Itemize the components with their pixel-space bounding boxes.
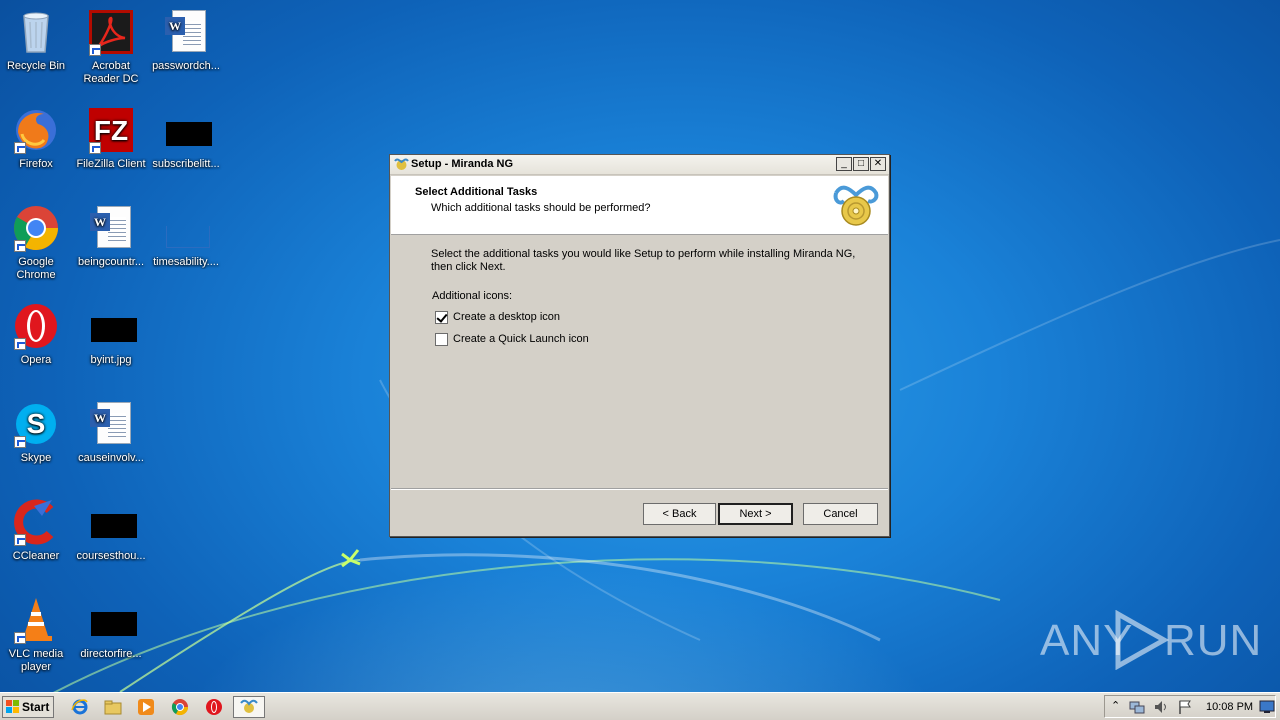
taskbar-setup-button[interactable] [233,696,265,718]
shortcut-arrow-icon [14,142,26,154]
setup-dialog: Setup - Miranda NG _ □ ✕ Select Addition… [389,154,890,537]
start-label: Start [22,700,50,714]
minimize-button[interactable]: _ [836,157,852,171]
desktop-icon-label: Acrobat Reader DC [83,60,139,85]
close-button[interactable]: ✕ [870,157,886,171]
taskbar-clock[interactable]: 10:08 PM [1206,701,1253,713]
windows-logo-icon [6,700,19,713]
wizard-header: Select Additional Tasks Which additional… [391,176,888,235]
desktop-icon-label: Firefox [19,158,53,170]
back-button[interactable]: < Back [643,503,716,525]
word-document-icon: W [165,10,206,52]
image-thumbnail-icon [91,514,137,538]
file-explorer-icon[interactable] [104,698,122,716]
internet-explorer-icon[interactable] [71,698,89,716]
desktop-icon-firefox[interactable]: Firefox [0,106,74,171]
desktop-icon-label: subscribelitt... [152,158,220,170]
desktop-icon-label: causeinvolv... [78,452,144,464]
miranda-app-icon [394,158,409,170]
desktop-icon-label: coursesthou... [76,550,146,562]
desktop-icon-vlc[interactable]: VLC media player [0,596,74,674]
shortcut-arrow-icon [14,338,26,350]
image-thumbnail-icon [166,226,210,248]
dialog-title: Setup - Miranda NG [411,158,514,170]
chrome-taskbar-icon[interactable] [171,698,189,716]
show-desktop-icon[interactable] [1259,700,1275,714]
shortcut-arrow-icon [14,632,26,644]
additional-icons-label: Additional icons: [432,290,513,302]
desktop-icon-label: byint.jpg [90,354,132,366]
miranda-logo-icon [833,185,879,226]
miranda-taskbar-icon [240,699,258,713]
desktop-icon-acrobat[interactable]: Acrobat Reader DC [73,8,149,86]
shortcut-arrow-icon [89,142,101,154]
opera-taskbar-icon[interactable] [205,698,223,716]
shortcut-arrow-icon [14,534,26,546]
watermark-text-right: RUN [1164,616,1263,665]
desktop-icon-label: timesability.... [153,256,219,268]
desktop-icon-label: CCleaner [12,550,60,562]
anyrun-watermark: ANY RUN [1040,608,1261,672]
desktop-icon-label: passwordch... [152,60,220,72]
shortcut-arrow-icon [14,240,26,252]
desktop-icon-checkbox[interactable] [435,311,448,324]
desktop-icon-opera[interactable]: Opera [0,302,74,367]
desktop-icon-filezilla[interactable]: FZ FileZilla Client [73,106,149,171]
desktop-icon-label: beingcountr... [77,256,145,268]
word-document-icon: W [90,402,131,444]
play-triangle-icon [1115,610,1170,670]
desktop-icon-google-chrome[interactable]: Google Chrome [0,204,74,282]
wizard-page-subtitle: Which additional tasks should be perform… [431,202,651,214]
dialog-titlebar[interactable]: Setup - Miranda NG _ □ ✕ [390,155,889,175]
task-label: Create a desktop icon [453,311,561,323]
image-thumbnail-icon [166,122,212,146]
recycle-bin-icon [23,12,49,53]
quick-launch-checkbox[interactable] [435,333,448,346]
description-line-2: then click Next. [431,261,506,273]
cancel-button[interactable]: Cancel [803,503,878,525]
desktop-icon-timesability[interactable]: timesability.... [148,204,224,269]
taskbar: Start ⌃ 10:08 PM [0,692,1280,720]
desktop-icon-passwordch[interactable]: W passwordch... [148,8,224,73]
svg-text:S: S [27,408,46,439]
desktop-icon-label: Skype [20,452,52,464]
image-thumbnail-icon [91,612,137,636]
network-icon[interactable] [1129,699,1145,715]
volume-icon[interactable] [1153,699,1169,715]
desktop-icon-subscribelitt[interactable]: subscribelitt... [148,106,224,171]
desktop-icon-label: Recycle Bin [6,60,66,72]
wizard-page-title: Select Additional Tasks [415,186,538,198]
show-hidden-icons-chevron-icon[interactable]: ⌃ [1111,699,1120,712]
desktop-icon-causeinvolv[interactable]: W causeinvolv... [73,400,149,465]
start-button[interactable]: Start [2,696,54,718]
media-player-icon[interactable] [137,698,155,716]
desktop-icon-ccleaner[interactable]: CCleaner [0,498,74,563]
next-button[interactable]: Next > [718,503,793,525]
task-description: Select the additional tasks you would li… [431,248,871,274]
task-label: Create a Quick Launch icon [453,333,589,345]
desktop-icon-skype[interactable]: S Skype [0,400,74,465]
shortcut-arrow-icon [14,436,26,448]
desktop-icon-coursesthou[interactable]: coursesthou... [73,498,149,563]
desktop-icon-label: directorfire... [80,648,142,660]
desktop-icon-recycle-bin[interactable]: Recycle Bin [0,8,74,73]
word-document-icon: W [90,206,131,248]
description-line-1: Select the additional tasks you would li… [431,248,856,260]
desktop-icon-label: FileZilla Client [76,158,146,170]
shortcut-arrow-icon [89,44,101,56]
image-thumbnail-icon [91,318,137,342]
desktop-icon-label: Opera [20,354,52,366]
footer-separator [391,488,888,490]
desktop-icon-label: Google Chrome [16,256,56,281]
maximize-button[interactable]: □ [853,157,869,171]
desktop-icon-label: VLC media player [8,648,64,673]
desktop-icon-beingcountr[interactable]: W beingcountr... [73,204,149,269]
desktop-icon-directorfire[interactable]: directorfire... [73,596,149,661]
system-tray: ⌃ 10:08 PM [1104,695,1276,718]
action-center-flag-icon[interactable] [1177,699,1193,715]
desktop-icon-byint[interactable]: byint.jpg [73,302,149,367]
